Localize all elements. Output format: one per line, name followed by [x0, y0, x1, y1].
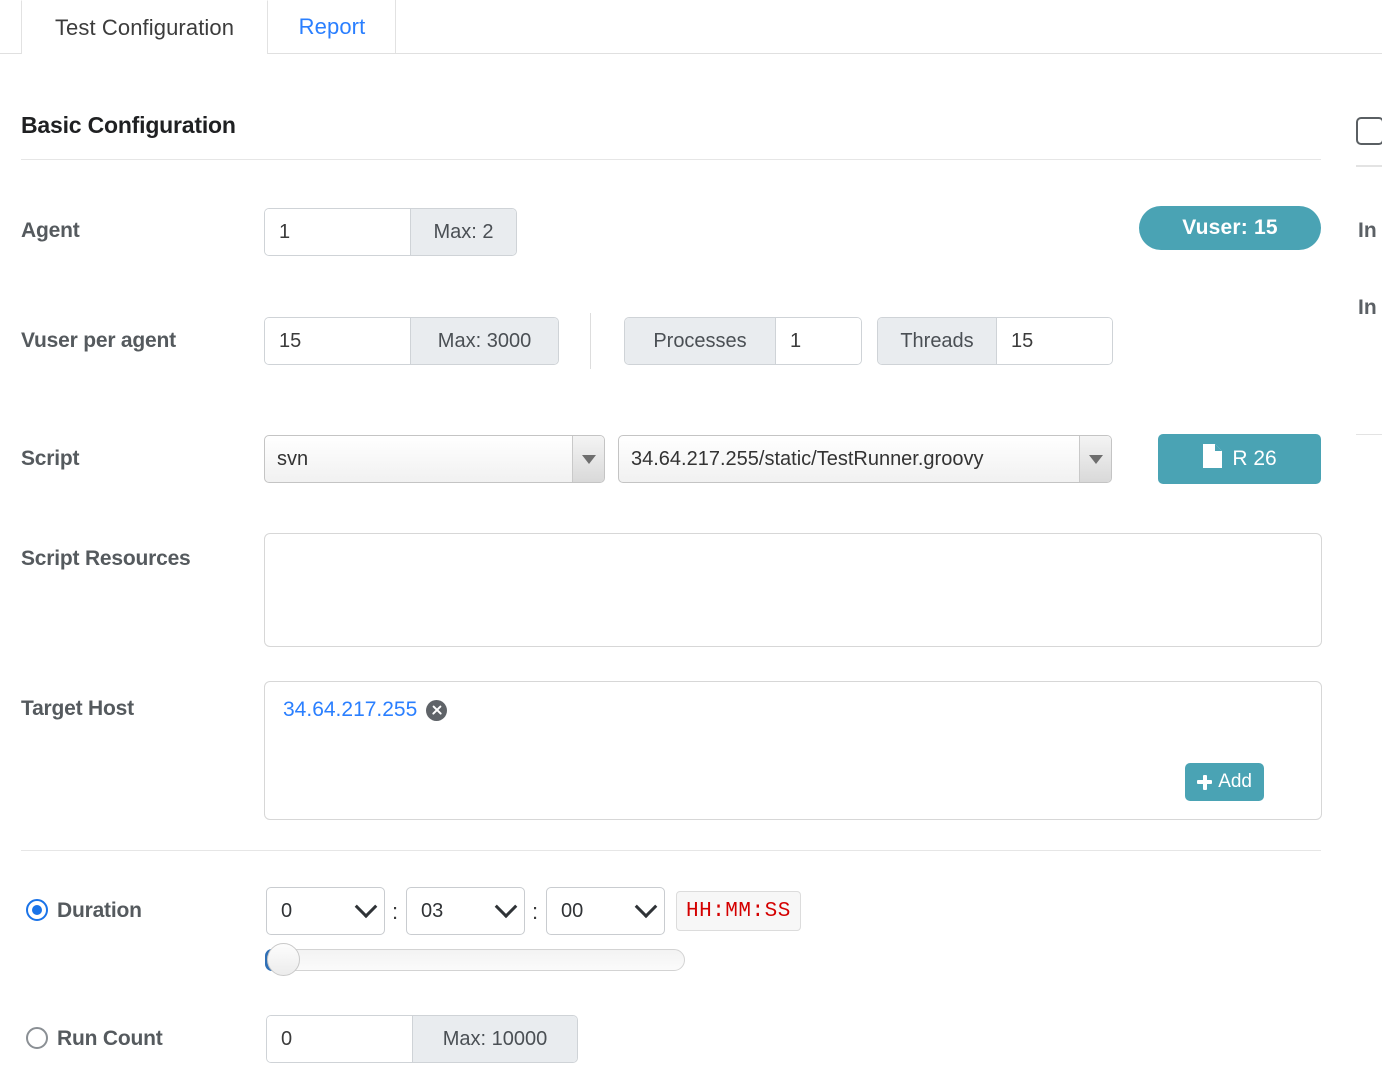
chevron-down-icon [494, 895, 518, 919]
duration-separator-2: : [532, 899, 539, 924]
duration-hours-value: 0 [281, 899, 293, 922]
vuser-per-agent-input[interactable] [265, 318, 410, 364]
run-count-input-group: Max: 10000 [266, 1015, 578, 1063]
tab-report[interactable]: Report [268, 0, 396, 54]
processes-input[interactable] [776, 318, 861, 364]
plus-icon [1197, 774, 1213, 790]
agent-input-group: Max: 2 [264, 208, 517, 256]
script-resources-textarea[interactable] [264, 533, 1322, 647]
duration-separator-1: : [392, 899, 399, 924]
section-divider-top [21, 159, 1321, 160]
right-panel-label-1: In [1358, 219, 1377, 242]
tab-report-label: Report [298, 13, 366, 39]
add-target-host-label: Add [1218, 771, 1252, 792]
agent-max-addon: Max: 2 [410, 209, 516, 255]
target-host-item[interactable]: 34.64.217.255 [283, 698, 448, 722]
duration-label: Duration [57, 899, 142, 922]
script-revision-button[interactable]: R 26 [1158, 434, 1321, 484]
threads-input-group: Threads [877, 317, 1113, 365]
script-scm-select[interactable]: svn [264, 435, 605, 483]
right-panel-checkbox[interactable] [1356, 117, 1382, 145]
script-resources-label: Script Resources [21, 547, 191, 570]
section-divider-middle [21, 850, 1321, 851]
remove-circle-icon[interactable] [426, 699, 448, 721]
script-scm-value: svn [277, 447, 309, 470]
file-icon [1202, 443, 1223, 475]
right-panel-divider-bottom [1356, 434, 1382, 435]
tab-test-configuration-label: Test Configuration [54, 14, 235, 40]
agent-label: Agent [21, 219, 80, 242]
duration-minutes-select[interactable]: 03 [406, 887, 525, 935]
duration-minutes-value: 03 [421, 899, 444, 922]
run-count-max-addon: Max: 10000 [412, 1016, 577, 1062]
chevron-down-icon [572, 436, 604, 482]
tab-bar: Test Configuration Report [0, 0, 1382, 54]
duration-seconds-select[interactable]: 00 [546, 887, 665, 935]
tab-test-configuration[interactable]: Test Configuration [21, 0, 268, 54]
threads-label: Threads [878, 318, 997, 364]
right-panel-label-2: In [1358, 296, 1377, 319]
vuser-badge[interactable]: Vuser: 15 [1139, 206, 1321, 250]
duration-radio[interactable] [26, 899, 48, 921]
vuser-per-agent-input-group: Max: 3000 [264, 317, 559, 365]
duration-slider-handle[interactable] [267, 943, 300, 976]
chevron-down-icon [1079, 436, 1111, 482]
threads-input[interactable] [997, 318, 1112, 364]
agent-input[interactable] [265, 209, 410, 255]
vuser-row-divider [590, 313, 591, 369]
duration-format-hint: HH:MM:SS [676, 891, 801, 931]
chevron-down-icon [354, 895, 378, 919]
chevron-down-icon [634, 895, 658, 919]
section-title: Basic Configuration [21, 112, 236, 138]
processes-label: Processes [625, 318, 776, 364]
duration-slider-track[interactable] [265, 949, 685, 971]
run-count-input[interactable] [267, 1016, 412, 1062]
vuser-per-agent-max-addon: Max: 3000 [410, 318, 558, 364]
add-target-host-button[interactable]: Add [1185, 763, 1264, 801]
run-count-radio[interactable] [26, 1027, 48, 1049]
duration-hours-select[interactable]: 0 [266, 887, 385, 935]
script-path-value: 34.64.217.255/static/TestRunner.groovy [631, 447, 984, 470]
right-panel-divider-top [1356, 165, 1382, 167]
script-revision-label: R 26 [1232, 447, 1277, 470]
duration-seconds-value: 00 [561, 899, 584, 922]
target-host-name: 34.64.217.255 [283, 698, 418, 721]
target-host-label: Target Host [21, 697, 134, 720]
vuser-per-agent-label: Vuser per agent [21, 329, 176, 352]
script-label: Script [21, 447, 80, 470]
run-count-label: Run Count [57, 1027, 163, 1050]
vuser-badge-label: Vuser: 15 [1182, 216, 1278, 239]
processes-input-group: Processes [624, 317, 862, 365]
target-host-box: 34.64.217.255 Add [264, 681, 1322, 820]
script-path-select[interactable]: 34.64.217.255/static/TestRunner.groovy [618, 435, 1112, 483]
